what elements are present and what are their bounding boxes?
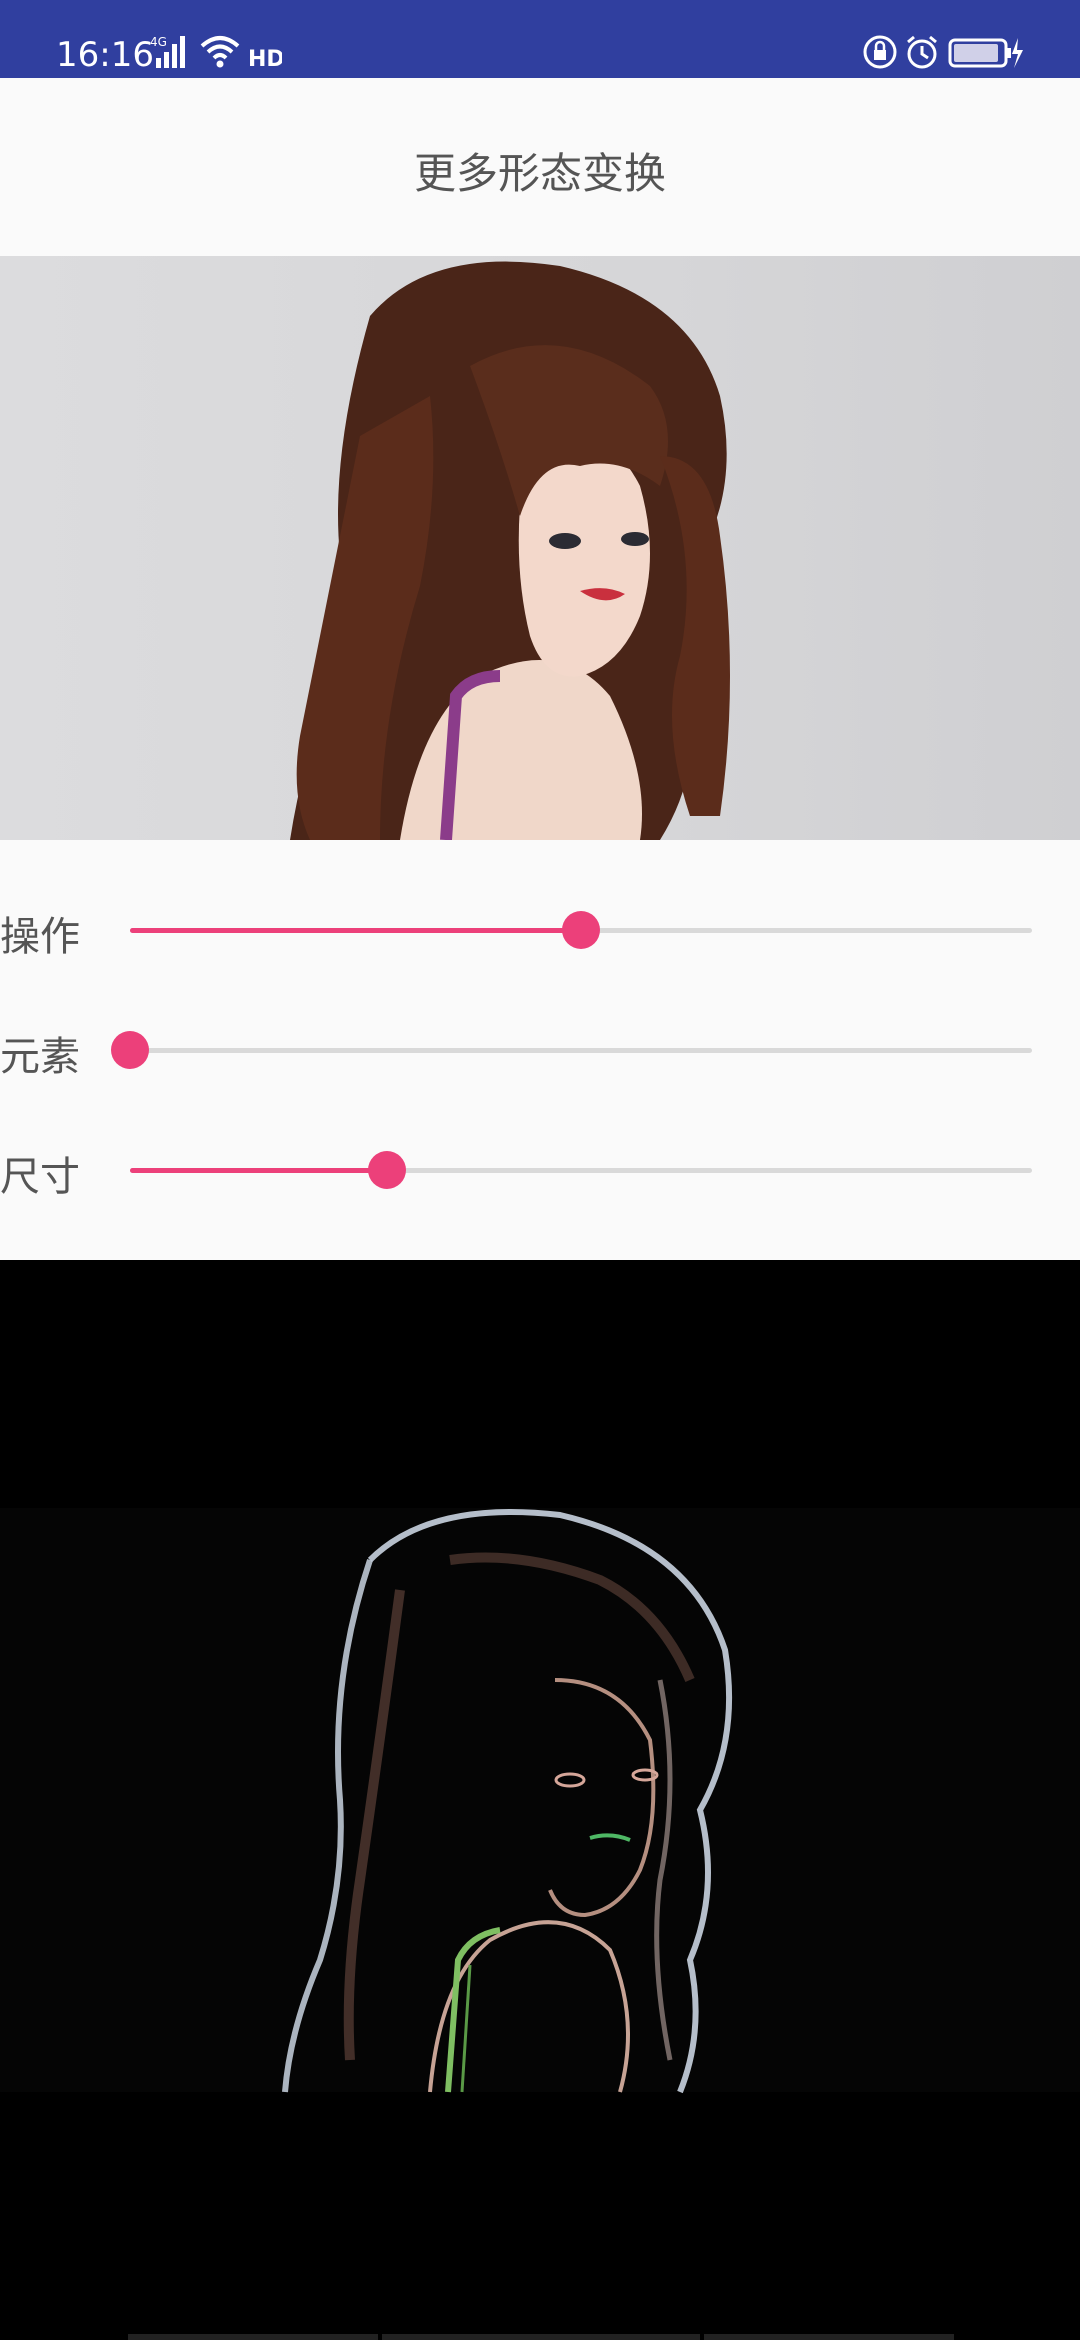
nav-indicator-segment [128,2334,378,2340]
wifi-icon [200,36,240,68]
result-edge-image [0,1508,1080,2094]
slider-row-size: 尺寸 [0,1130,1080,1210]
title-bar: 更多形态变换 [0,78,1080,256]
original-photo-graphic [290,261,730,840]
operation-slider[interactable] [130,911,1032,949]
slider-row-element: 元素 [0,1010,1080,1090]
battery-charging-icon [948,38,1023,68]
original-image [0,256,1080,840]
size-slider-thumb[interactable] [368,1151,406,1189]
signal-icon: 4G [150,35,185,68]
element-slider[interactable] [111,1031,1032,1069]
hd-icon: HD [248,47,282,70]
nav-indicator-segment [382,2334,700,2340]
status-time: 16:16 [56,35,154,75]
lock-rotation-icon [863,35,897,69]
svg-text:HD: HD [248,47,282,70]
element-slider-thumb[interactable] [111,1031,149,1069]
operation-slider-thumb[interactable] [562,911,600,949]
slider-label-element: 元素 [0,1034,80,1080]
slider-label-size: 尺寸 [0,1154,80,1200]
nav-indicator-segment [704,2334,954,2340]
status-bar: 16:16 4G HD [0,0,1080,78]
size-slider-fill [130,1168,387,1173]
result-image-area [0,1260,1080,2340]
alarm-icon [907,35,937,69]
network-type-label: 4G [150,35,167,49]
page-title: 更多形态变换 [413,149,666,198]
size-slider[interactable] [130,1151,1032,1189]
slider-label-operation: 操作 [0,914,80,960]
slider-row-operation: 操作 [0,890,1080,970]
operation-slider-fill [130,928,581,933]
